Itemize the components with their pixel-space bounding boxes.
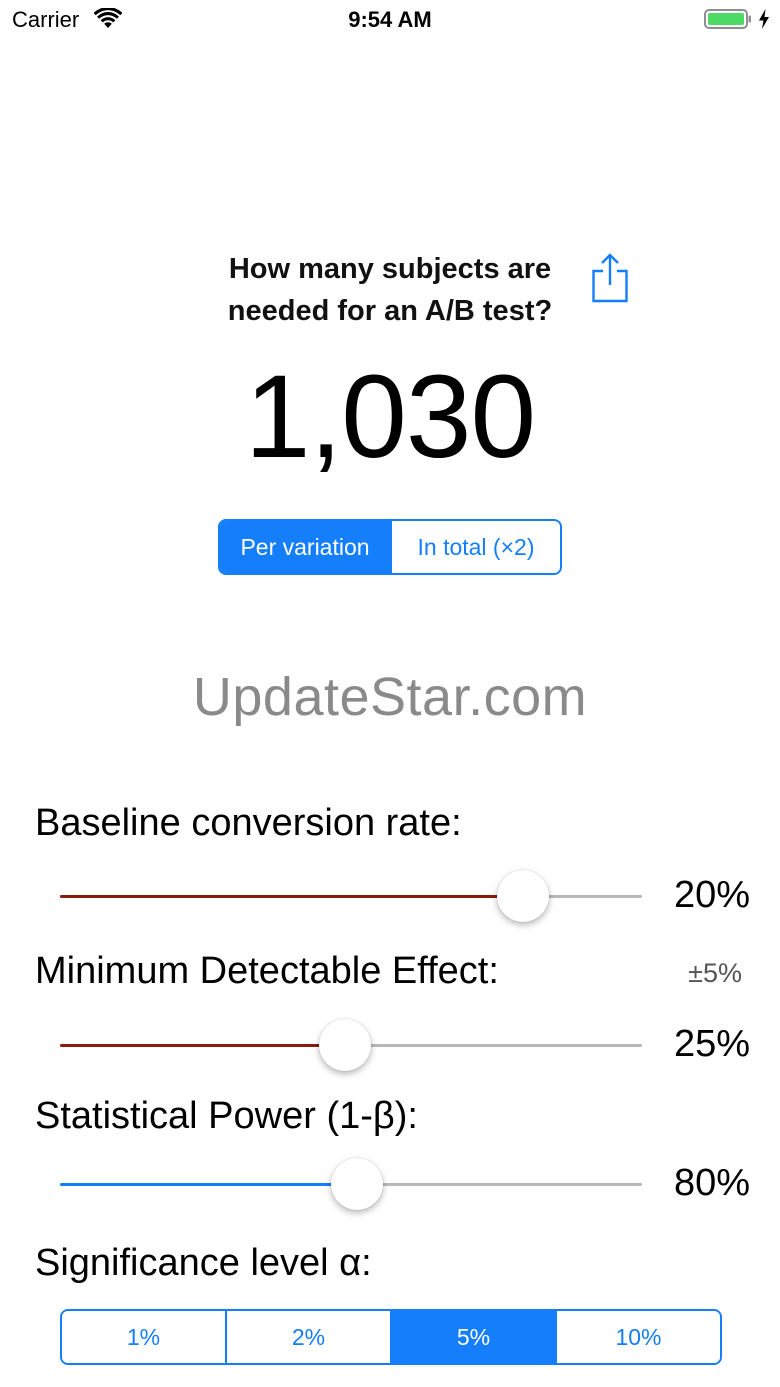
watermark: UpdateStar.com bbox=[192, 667, 588, 727]
significance-label: Significance level α: bbox=[35, 1242, 372, 1284]
significance-option[interactable]: 1% bbox=[62, 1311, 225, 1363]
significance-option[interactable]: 5% bbox=[390, 1311, 555, 1363]
power-label: Statistical Power (1-β): bbox=[35, 1095, 418, 1137]
battery-icon bbox=[704, 9, 751, 29]
power-slider-fill bbox=[60, 1183, 357, 1186]
mde-value: 25% bbox=[673, 1023, 750, 1065]
baseline-slider-thumb[interactable] bbox=[496, 870, 549, 922]
power-slider-thumb[interactable] bbox=[330, 1158, 383, 1210]
mde-slider-thumb[interactable] bbox=[319, 1019, 372, 1071]
mde-slider-fill bbox=[60, 1044, 346, 1047]
sample-size-result: 1,030 bbox=[244, 351, 536, 483]
power-value: 80% bbox=[673, 1162, 750, 1204]
clock: 9:54 AM bbox=[348, 7, 432, 32]
power-slider[interactable] bbox=[60, 1158, 642, 1210]
baseline-value: 20% bbox=[673, 874, 750, 916]
significance-segmented-control[interactable]: 1% 2% 5% 10% bbox=[60, 1309, 722, 1365]
mode-option[interactable]: In total (×2) bbox=[390, 521, 560, 573]
baseline-slider-fill bbox=[60, 895, 523, 898]
page-title: How many subjects are needed for an A/B … bbox=[227, 253, 553, 327]
share-icon bbox=[592, 253, 628, 303]
mde-absolute-note: ±5% bbox=[688, 958, 742, 988]
mode-option[interactable]: Per variation bbox=[220, 521, 390, 573]
significance-option[interactable]: 10% bbox=[555, 1311, 720, 1363]
mde-slider[interactable] bbox=[60, 1019, 642, 1071]
mode-segmented-control[interactable]: Per variation In total (×2) bbox=[218, 519, 562, 575]
baseline-slider[interactable] bbox=[60, 870, 642, 922]
significance-option[interactable]: 2% bbox=[225, 1311, 390, 1363]
status-bar: Carrier 9:54 AM bbox=[0, 0, 780, 40]
mde-label: Minimum Detectable Effect: bbox=[35, 950, 499, 992]
share-button[interactable] bbox=[590, 252, 630, 304]
charging-icon bbox=[759, 9, 769, 29]
baseline-label: Baseline conversion rate: bbox=[35, 802, 462, 844]
